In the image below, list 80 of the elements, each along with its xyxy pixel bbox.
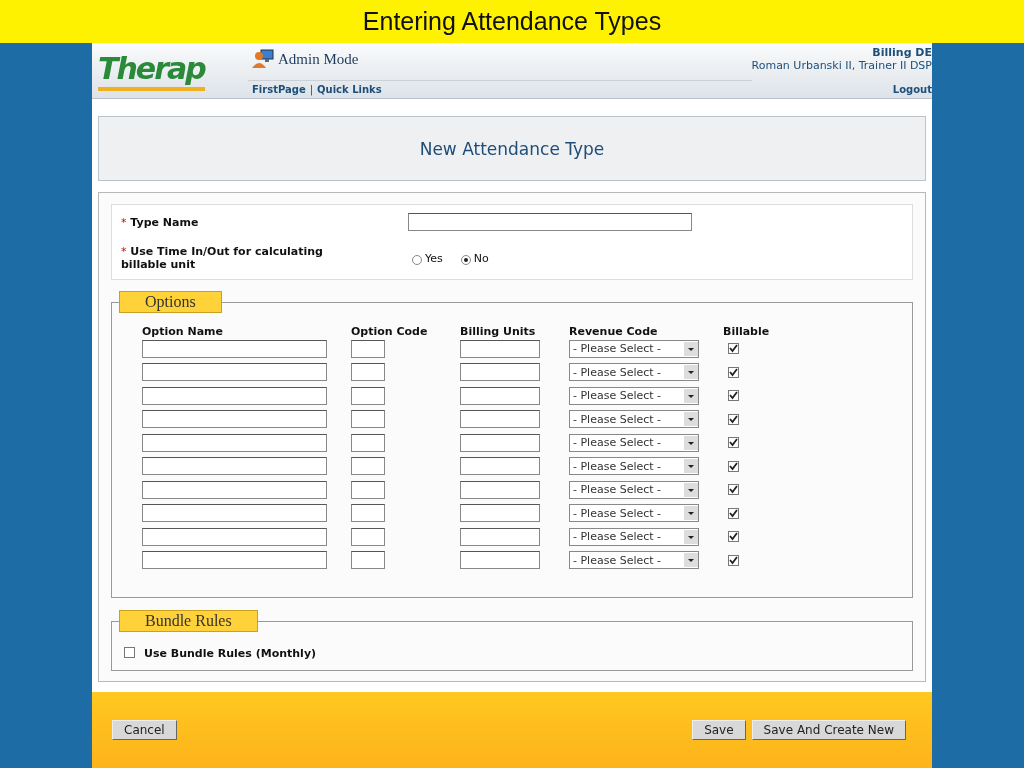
text-field[interactable]: [351, 363, 385, 381]
field-label: * Type Name: [121, 215, 200, 229]
text-field[interactable]: [460, 386, 540, 405]
text-field[interactable]: [142, 410, 327, 428]
radio-button[interactable]: [460, 254, 471, 265]
revenue-code-select[interactable]: - Please Select -: [569, 480, 699, 499]
text-field[interactable]: [460, 504, 540, 522]
text-field[interactable]: [142, 339, 327, 358]
revenue-code-select[interactable]: - Please Select -: [569, 457, 699, 475]
save-and-create-new-button[interactable]: Save And Create New: [751, 720, 906, 740]
text-field[interactable]: [142, 433, 327, 452]
revenue-code-select[interactable]: - Please Select -: [569, 410, 699, 428]
text-field[interactable]: [142, 457, 327, 475]
text-field[interactable]: [460, 363, 540, 381]
user-name: Roman Urbanski II, Trainer II DSP: [751, 59, 932, 72]
text-field[interactable]: [351, 527, 385, 546]
text-field[interactable]: [460, 433, 540, 452]
section-legend: Options: [119, 291, 222, 313]
text-field[interactable]: [351, 410, 385, 428]
text-field[interactable]: [351, 457, 385, 475]
billable-checkbox[interactable]: [728, 507, 739, 519]
text-field[interactable]: [351, 386, 385, 405]
therap-logo: Therap: [98, 50, 205, 91]
slide-title: Entering Attendance Types: [362, 7, 662, 36]
cancel-button[interactable]: Cancel: [112, 720, 177, 740]
section-legend: Bundle Rules: [119, 610, 258, 633]
text-field[interactable]: [142, 527, 327, 546]
header-link[interactable]: FirstPage: [252, 84, 306, 95]
revenue-code-select[interactable]: - Please Select -: [569, 504, 699, 522]
billable-checkbox[interactable]: [728, 437, 739, 448]
text-field[interactable]: [351, 504, 385, 522]
revenue-code-select[interactable]: - Please Select -: [569, 433, 699, 452]
billable-checkbox[interactable]: [728, 413, 739, 425]
link-separator: |: [309, 84, 314, 95]
text-field[interactable]: [142, 480, 327, 499]
text-field[interactable]: [460, 480, 540, 499]
radio-label: Yes: [425, 251, 443, 265]
text-field[interactable]: [351, 480, 385, 499]
bundle-rules-checkbox[interactable]: [124, 647, 135, 659]
billable-checkbox[interactable]: [728, 390, 739, 401]
billable-checkbox[interactable]: [728, 484, 739, 495]
column-header: Billable: [723, 325, 771, 338]
field-label: * Use Time In/Out for calculating billable unit: [121, 245, 324, 271]
text-field[interactable]: [460, 410, 540, 428]
text-field[interactable]: [351, 551, 385, 569]
billable-checkbox[interactable]: [728, 366, 739, 378]
text-field[interactable]: [460, 551, 540, 569]
checkbox-label: Use Bundle Rules (Monthly): [144, 647, 317, 661]
radio-label: No: [473, 251, 489, 265]
revenue-code-select[interactable]: - Please Select -: [569, 527, 699, 546]
type-name-field[interactable]: [408, 213, 692, 231]
revenue-code-select[interactable]: - Please Select -: [569, 551, 699, 569]
revenue-code-select[interactable]: - Please Select -: [569, 386, 699, 405]
logout-link[interactable]: Logout: [892, 84, 932, 95]
page-title: New Attendance Type: [419, 138, 605, 159]
column-header: Billing Units: [460, 325, 537, 338]
revenue-code-select[interactable]: - Please Select -: [569, 339, 699, 358]
text-field[interactable]: [351, 339, 385, 358]
billable-checkbox[interactable]: [728, 554, 739, 566]
billable-checkbox[interactable]: [728, 531, 739, 542]
text-field[interactable]: [142, 386, 327, 405]
revenue-code-select[interactable]: - Please Select -: [569, 363, 699, 381]
radio-button[interactable]: [412, 254, 422, 265]
save-button[interactable]: Save: [692, 720, 746, 740]
text-field[interactable]: [460, 457, 540, 475]
text-field[interactable]: [460, 339, 540, 358]
column-header: Option Name: [142, 325, 225, 338]
billable-checkbox[interactable]: [728, 460, 739, 472]
text-field[interactable]: [460, 527, 540, 546]
column-header: Option Code: [351, 325, 429, 338]
text-field[interactable]: [351, 433, 385, 452]
billable-checkbox[interactable]: [728, 343, 739, 354]
header-link[interactable]: Quick Links: [317, 84, 382, 95]
organization-name: Billing DE: [872, 46, 932, 59]
admin-user-icon: [252, 49, 274, 69]
column-header: Revenue Code: [569, 325, 659, 338]
text-field[interactable]: [142, 551, 327, 569]
admin-mode-label: Admin Mode: [278, 50, 359, 68]
text-field[interactable]: [142, 363, 327, 381]
text-field[interactable]: [142, 504, 327, 522]
